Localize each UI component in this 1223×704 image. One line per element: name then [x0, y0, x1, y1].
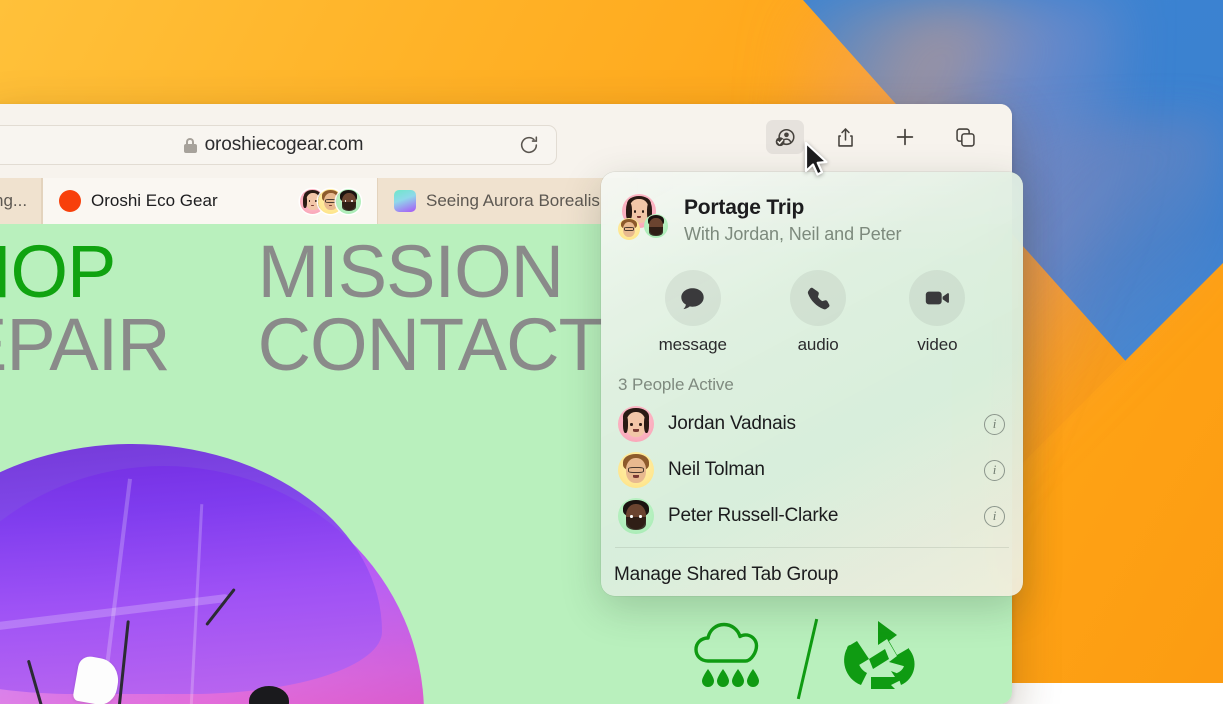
tab-group-subtitle: With Jordan, Neil and Peter — [684, 223, 902, 244]
audio-action-button[interactable]: audio — [790, 270, 847, 355]
video-camera-icon — [909, 270, 966, 326]
avatar — [644, 214, 668, 238]
tab-participant-avatars — [300, 188, 361, 214]
video-action-button[interactable]: video — [909, 270, 966, 355]
manage-shared-tab-group-button[interactable]: Manage Shared Tab Group — [601, 548, 1023, 586]
action-label: audio — [797, 335, 839, 354]
tab-overview-button[interactable] — [946, 120, 984, 154]
person-name: Neil Tolman — [668, 459, 765, 480]
nav-column-right: MISSION CONTACT — [258, 235, 604, 382]
rain-cloud-icon — [684, 617, 780, 700]
slash-divider — [796, 618, 819, 699]
new-tab-button[interactable] — [886, 120, 924, 154]
lock-icon — [183, 137, 197, 153]
shared-tab-group-popover: Portage Trip With Jordan, Neil and Peter… — [601, 172, 1023, 596]
avatar — [336, 188, 361, 214]
shared-tab-group-button[interactable] — [766, 120, 804, 154]
browser-toolbar: oroshiecogear.com — [0, 104, 1012, 174]
reload-icon[interactable] — [518, 134, 540, 156]
message-action-button[interactable]: message — [659, 270, 727, 355]
list-item[interactable]: Jordan Vadnais i — [601, 401, 1023, 447]
eco-badges — [684, 615, 921, 702]
quick-actions-row: message audio video — [601, 250, 1023, 371]
list-item[interactable]: Peter Russell-Clarke i — [601, 493, 1023, 539]
person-name: Peter Russell-Clarke — [668, 505, 839, 526]
people-active-heading: 3 People Active — [618, 375, 734, 394]
group-avatars — [618, 194, 670, 246]
orange-circle-favicon — [59, 190, 81, 212]
phone-icon — [790, 270, 847, 326]
info-circle-icon[interactable]: i — [984, 505, 1005, 527]
popover-header: Portage Trip With Jordan, Neil and Peter — [601, 172, 1023, 250]
url-text: oroshiecogear.com — [204, 134, 364, 155]
site-nav-headings: HOP EPAIR MISSION CONTACT — [0, 235, 604, 382]
tab-oroshi-eco-gear[interactable]: Oroshi Eco Gear — [42, 178, 378, 224]
product-image-tent — [0, 444, 504, 704]
nav-column-left: HOP EPAIR — [0, 235, 171, 382]
recycle-icon — [835, 615, 921, 702]
info-circle-icon[interactable]: i — [984, 413, 1005, 435]
info-circle-icon[interactable]: i — [984, 459, 1005, 481]
avatar — [618, 498, 654, 534]
list-item[interactable]: Neil Tolman i — [601, 447, 1023, 493]
nav-item-shop[interactable]: HOP — [0, 235, 170, 309]
address-bar[interactable]: oroshiecogear.com — [0, 125, 557, 165]
tab-partial-left[interactable]: ng... — [0, 178, 42, 224]
nav-item-mission[interactable]: MISSION — [258, 235, 603, 309]
action-label: video — [917, 335, 958, 354]
tab-title: Seeing Aurora Borealis — [426, 191, 600, 210]
tab-group-title: Portage Trip — [684, 196, 805, 220]
popover-header-text: Portage Trip With Jordan, Neil and Peter — [684, 195, 902, 244]
action-label: message — [658, 335, 727, 354]
gradient-square-favicon — [394, 190, 416, 212]
tab-title: ng... — [0, 191, 28, 210]
avatar — [618, 218, 640, 240]
avatar — [618, 452, 654, 488]
tab-title: Oroshi Eco Gear — [91, 191, 218, 210]
tab-seeing-aurora-borealis[interactable]: Seeing Aurora Borealis — [378, 178, 638, 224]
nav-item-repair[interactable]: EPAIR — [0, 307, 171, 382]
share-button[interactable] — [826, 120, 864, 154]
person-name: Jordan Vadnais — [668, 413, 796, 434]
nav-item-contact[interactable]: CONTACT — [258, 307, 604, 382]
avatar — [618, 406, 654, 442]
message-bubble-icon — [664, 270, 721, 326]
toolbar-right-buttons — [766, 120, 984, 154]
